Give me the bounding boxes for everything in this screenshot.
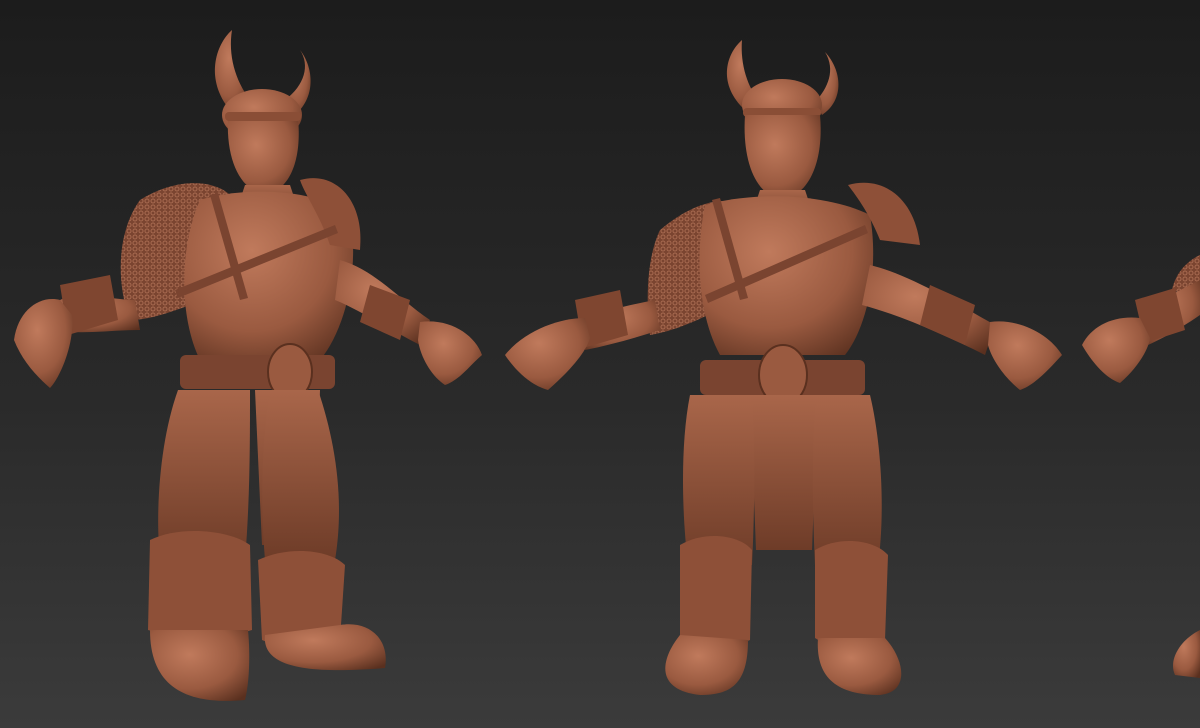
left-leg-wraps [680, 535, 752, 647]
render-viewport [0, 0, 1200, 728]
right-leg [812, 395, 882, 565]
left-leg-wraps [148, 530, 252, 638]
helmet-band [225, 112, 301, 121]
right-leg-wraps [815, 540, 888, 647]
sculpt-render [0, 0, 1200, 728]
loincloth [750, 395, 818, 550]
